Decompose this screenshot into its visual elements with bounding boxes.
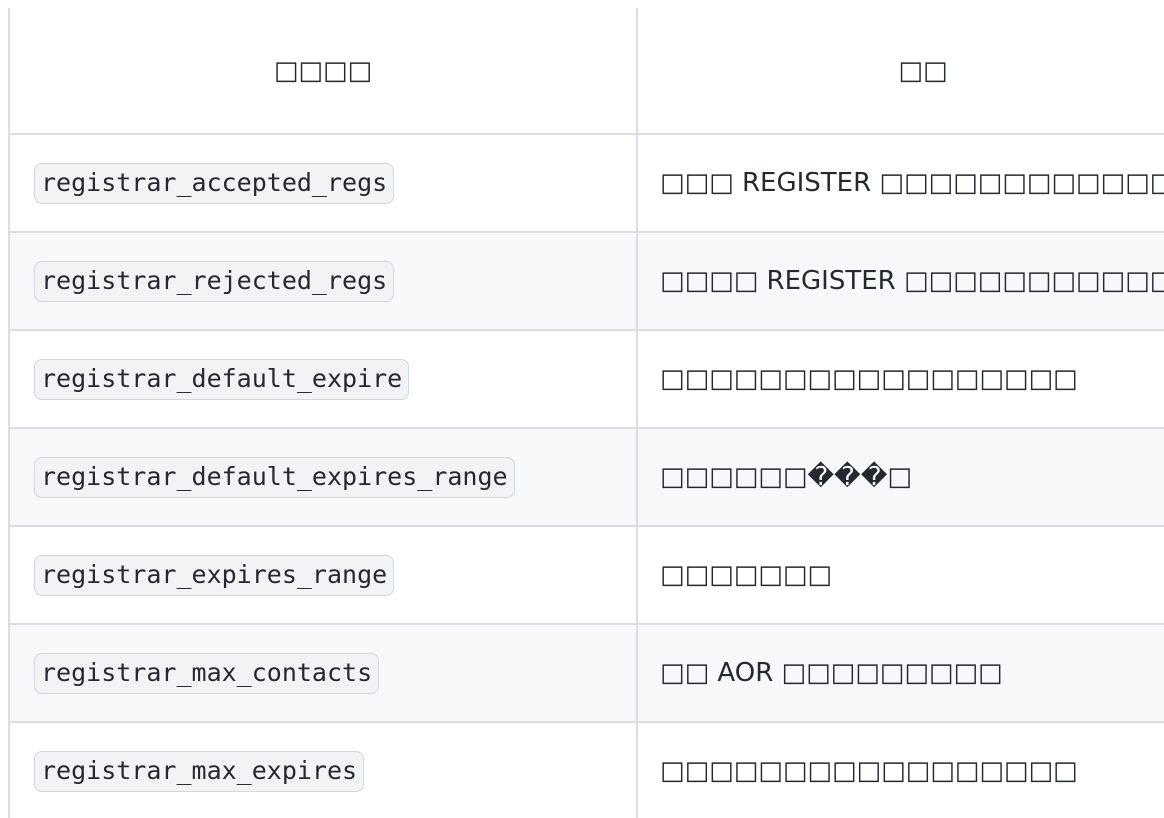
name-cell: registrar_default_expire <box>8 329 638 429</box>
name-cell: registrar_default_expires_range <box>8 427 638 527</box>
table-row: registrar_expires_range □□□□□□□ <box>8 525 1164 625</box>
description-cell: □□□□ REGISTER □□□□□□□□□□□□ <box>636 231 1164 331</box>
description-cell: □□□□□□□□□□□□□□□□□ <box>636 329 1164 429</box>
stat-name-code: registrar_expires_range <box>34 555 395 596</box>
table-row: registrar_rejected_regs □□□□ REGISTER □□… <box>8 231 1164 331</box>
stat-name-code: registrar_rejected_regs <box>34 261 395 302</box>
stat-name-code: registrar_default_expires_range <box>34 457 515 498</box>
name-cell: registrar_rejected_regs <box>8 231 638 331</box>
stat-name-code: registrar_accepted_regs <box>34 163 395 204</box>
stats-table: □□□□ □□ registrar_accepted_regs □□□ REGI… <box>8 8 1164 818</box>
table-row: registrar_accepted_regs □□□ REGISTER □□□… <box>8 133 1164 233</box>
table-header-row: □□□□ □□ <box>8 8 1164 135</box>
name-cell: registrar_max_contacts <box>8 623 638 723</box>
table-row: registrar_default_expire □□□□□□□□□□□□□□□… <box>8 329 1164 429</box>
name-cell: registrar_expires_range <box>8 525 638 625</box>
description-cell: □□□ REGISTER □□□□□□□□□□□□ <box>636 133 1164 233</box>
table-row: registrar_default_expires_range □□□□□□��… <box>8 427 1164 527</box>
column-header-name: □□□□ <box>8 8 638 135</box>
name-cell: registrar_accepted_regs <box>8 133 638 233</box>
column-header-description: □□ <box>636 8 1164 135</box>
stat-name-code: registrar_default_expire <box>34 359 410 400</box>
name-cell: registrar_max_expires <box>8 721 638 818</box>
stat-name-code: registrar_max_expires <box>34 751 365 792</box>
stats-table-container: □□□□ □□ registrar_accepted_regs □□□ REGI… <box>8 8 1164 818</box>
table-row: registrar_max_contacts □□ AOR □□□□□□□□□ <box>8 623 1164 723</box>
description-cell: □□ AOR □□□□□□□□□ <box>636 623 1164 723</box>
table-row: registrar_max_expires □□□□□□□□□□□□□□□□□ <box>8 721 1164 818</box>
description-cell: □□□□□□���□ <box>636 427 1164 527</box>
description-cell: □□□□□□□ <box>636 525 1164 625</box>
description-cell: □□□□□□□□□□□□□□□□□ <box>636 721 1164 818</box>
stat-name-code: registrar_max_contacts <box>34 653 380 694</box>
